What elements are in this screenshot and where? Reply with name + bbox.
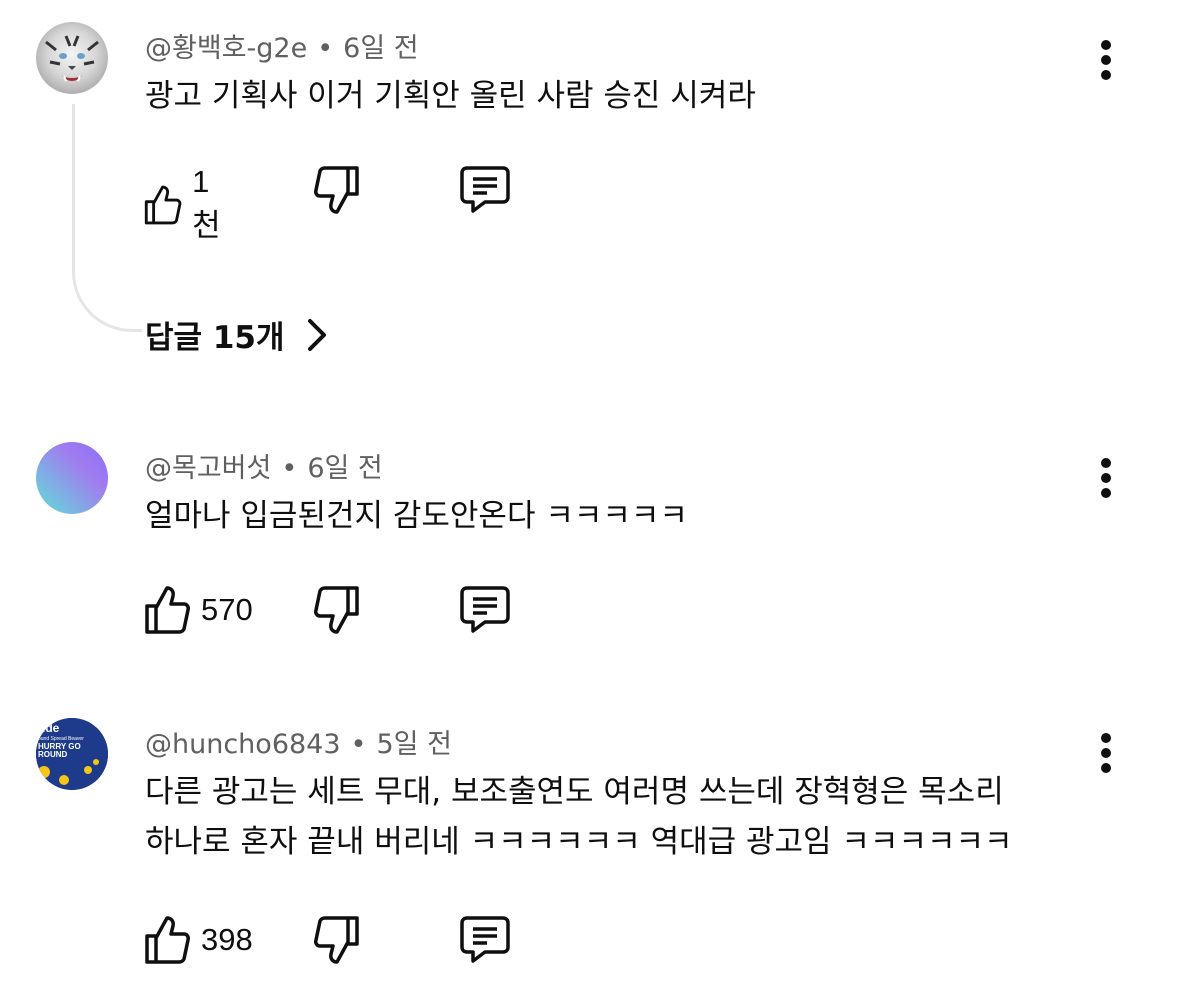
- reply-button[interactable]: [459, 584, 511, 636]
- chevron-right-icon: [307, 318, 326, 351]
- comment-icon: [460, 586, 510, 633]
- separator-dot: •: [317, 33, 334, 64]
- thumbs-up-icon: [145, 586, 190, 634]
- comment-icon: [460, 166, 510, 213]
- album-cover-icon: ude ound Spread Beaver HURRY GO ROUND: [36, 718, 108, 790]
- author-name[interactable]: @huncho6843: [145, 729, 341, 760]
- comment-text: 다른 광고는 세트 무대, 보조출연도 여러명 쓰는데 장혁형은 목소리 하나로…: [145, 770, 1013, 864]
- separator-dot: •: [281, 453, 298, 484]
- thread-line: [72, 104, 142, 332]
- more-options-button[interactable]: [1088, 451, 1126, 507]
- like-button[interactable]: 570: [143, 584, 253, 636]
- comment-meta: @황백호-g2e • 6일 전: [145, 26, 419, 65]
- thumbs-down-icon: [314, 916, 359, 964]
- thumbs-down-icon: [314, 586, 359, 634]
- reply-button[interactable]: [459, 164, 511, 216]
- author-name[interactable]: @목고버섯: [145, 453, 271, 484]
- thumbs-up-icon: [144, 185, 182, 224]
- like-button[interactable]: 1천: [143, 164, 230, 245]
- replies-label: 답글 15개: [145, 320, 285, 356]
- separator-dot: •: [350, 729, 367, 760]
- svg-text:ude: ude: [38, 721, 60, 735]
- thumbs-down-icon: [314, 166, 359, 214]
- comment-line: 다른 광고는 세트 무대, 보조출연도 여러명 쓰는데 장혁형은 목소리: [145, 774, 1004, 810]
- comment-text: 얼마나 입금된건지 감도안온다 ㅋㅋㅋㅋㅋ: [145, 494, 688, 538]
- like-count: 398: [201, 922, 253, 957]
- avatar[interactable]: [36, 442, 108, 514]
- svg-text:ROUND: ROUND: [38, 750, 68, 759]
- comment-line: 광고 기획사 이거 기획안 올린 사람 승진 시켜라: [145, 78, 756, 114]
- timestamp[interactable]: 5일 전: [376, 729, 451, 760]
- like-button[interactable]: 398: [143, 914, 253, 966]
- author-name[interactable]: @황백호-g2e: [145, 33, 307, 64]
- comment-meta: @huncho6843 • 5일 전: [145, 722, 452, 761]
- white-tiger-icon: [45, 35, 99, 82]
- dislike-button[interactable]: [313, 584, 361, 636]
- comment-text: 광고 기획사 이거 기획안 올린 사람 승진 시켜라: [145, 74, 756, 118]
- avatar[interactable]: ude ound Spread Beaver HURRY GO ROUND: [36, 718, 108, 790]
- like-count: 570: [201, 592, 253, 627]
- timestamp[interactable]: 6일 전: [343, 33, 418, 64]
- comment-meta: @목고버섯 • 6일 전: [145, 446, 383, 485]
- thumbs-up-icon: [145, 916, 190, 964]
- view-replies-button[interactable]: 답글 15개: [145, 312, 329, 357]
- dislike-button[interactable]: [313, 914, 361, 966]
- avatar[interactable]: [36, 22, 108, 94]
- like-count: 1천: [192, 164, 221, 243]
- timestamp[interactable]: 6일 전: [307, 453, 382, 484]
- comment-line: 하나로 혼자 끝내 버리네 ㅋㅋㅋㅋㅋㅋ 역대급 광고임 ㅋㅋㅋㅋㅋㅋ: [145, 824, 1013, 860]
- more-options-button[interactable]: [1088, 33, 1126, 89]
- dislike-button[interactable]: [313, 164, 361, 216]
- comment-line: 얼마나 입금된건지 감도안온다 ㅋㅋㅋㅋㅋ: [145, 498, 688, 534]
- comment-icon: [460, 916, 510, 963]
- more-options-button[interactable]: [1088, 726, 1126, 782]
- reply-button[interactable]: [459, 914, 511, 966]
